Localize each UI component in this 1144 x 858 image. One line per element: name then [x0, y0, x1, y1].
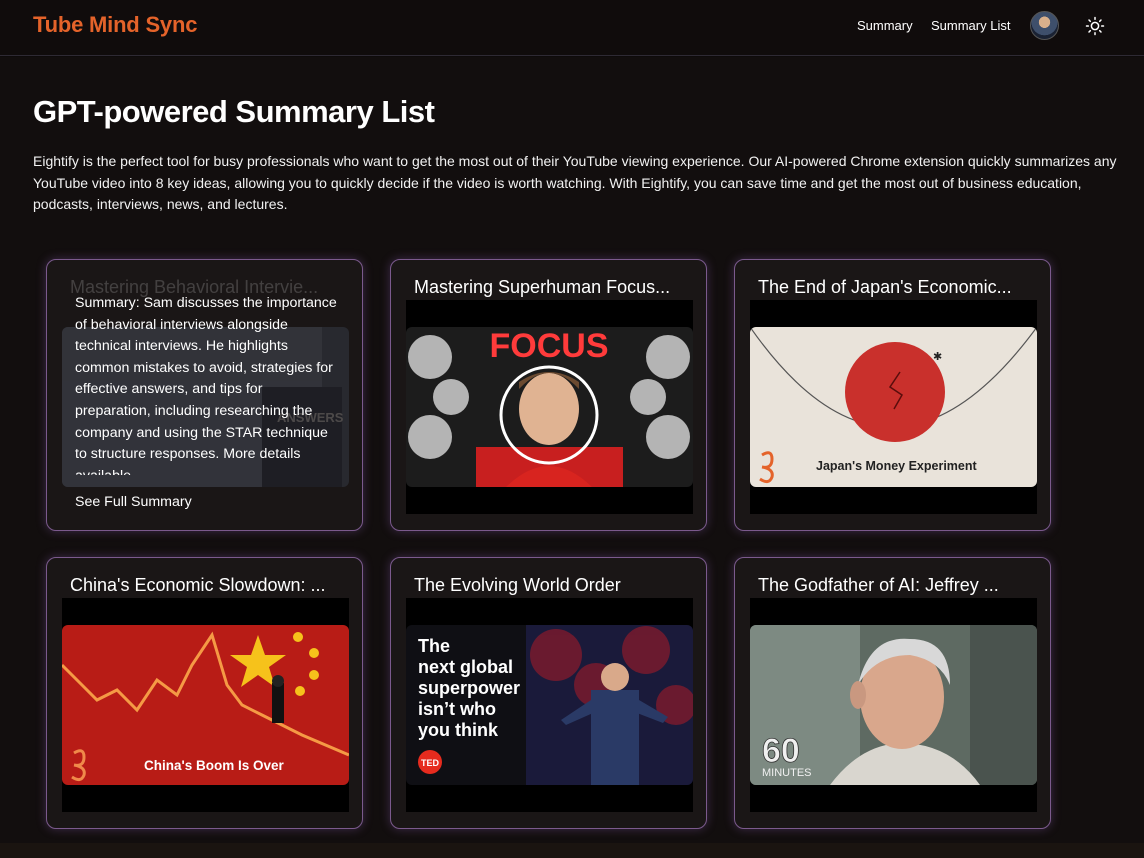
brand-logo[interactable]: Tube Mind Sync [33, 12, 197, 38]
card-thumbnail-frame: FOCUS [406, 300, 693, 514]
summary-card[interactable]: The End of Japan's Economic... ✱ Japan's… [734, 259, 1051, 531]
card-title: The Evolving World Order [414, 575, 621, 595]
card-thumbnail-frame: ✱ Japan's Money Experiment [750, 300, 1037, 514]
thumbnail-image: FOCUS [406, 327, 693, 487]
thumbnail-caption-line: isn’t who [418, 699, 496, 719]
thumbnail-caption-line: you think [418, 720, 499, 740]
see-full-summary-link[interactable]: See Full Summary [75, 494, 192, 510]
thumbnail-caption-line: next global [418, 657, 513, 677]
svg-text:✱: ✱ [933, 351, 942, 363]
thumbnail-image: 60 MINUTES [750, 625, 1037, 785]
nav-link-summary-list[interactable]: Summary List [931, 18, 1010, 33]
nav-link-summary[interactable]: Summary [857, 18, 913, 33]
thumbnail-image: China's Boom Is Over [62, 625, 349, 785]
ted-badge: TED [421, 758, 440, 768]
thumbnail-caption: FOCUS [490, 327, 609, 365]
user-avatar[interactable] [1030, 11, 1059, 40]
thumbnail-image: The next global superpower isn’t who you… [406, 625, 693, 785]
summary-preview-text: Summary: Sam discusses the importance of… [75, 295, 337, 475]
footer-strip [0, 843, 1144, 858]
theme-toggle-button[interactable] [1084, 15, 1106, 37]
page-description: Eightify is the perfect tool for busy pr… [33, 153, 1117, 212]
thumbnail-caption: MINUTES [762, 767, 812, 779]
thumbnail-caption: Japan's Money Experiment [816, 459, 978, 473]
summary-card[interactable]: The Godfather of AI: Jeffrey ... 60 MINU… [734, 557, 1051, 829]
card-thumbnail-frame: China's Boom Is Over [62, 598, 349, 812]
thumbnail-image: ✱ Japan's Money Experiment [750, 327, 1037, 487]
thumbnail-caption-line: superpower [418, 678, 520, 698]
video-thumbnail: China's Boom Is Over [62, 625, 349, 785]
card-title: The Godfather of AI: Jeffrey ... [758, 575, 999, 595]
thumbnail-caption-line: The [418, 636, 450, 656]
summary-card[interactable]: The Evolving World Order The next global… [390, 557, 707, 829]
video-thumbnail: The next global superpower isn’t who you… [406, 625, 693, 785]
summary-card[interactable]: China's Economic Slowdown: ... China's B… [46, 557, 363, 829]
video-thumbnail: 60 MINUTES [750, 625, 1037, 785]
sun-icon [1085, 16, 1105, 36]
card-title: China's Economic Slowdown: ... [70, 575, 326, 595]
page-title: GPT-powered Summary List [33, 94, 435, 129]
summary-card[interactable]: Mastering Superhuman Focus... FOCUS [390, 259, 707, 531]
card-title: The End of Japan's Economic... [758, 277, 1012, 297]
card-thumbnail-frame: 60 MINUTES [750, 598, 1037, 812]
thumbnail-caption: 60 [762, 732, 800, 770]
top-navbar: Tube Mind Sync Summary Summary List [0, 0, 1144, 56]
summary-card[interactable]: Mastering Behavioral Intervie... ANSWERS… [46, 259, 363, 531]
card-title: Mastering Superhuman Focus... [414, 277, 671, 297]
video-thumbnail: ✱ Japan's Money Experiment [750, 327, 1037, 487]
video-thumbnail: FOCUS [406, 327, 693, 487]
thumbnail-caption: China's Boom Is Over [144, 758, 284, 773]
card-thumbnail-frame: The next global superpower isn’t who you… [406, 598, 693, 812]
